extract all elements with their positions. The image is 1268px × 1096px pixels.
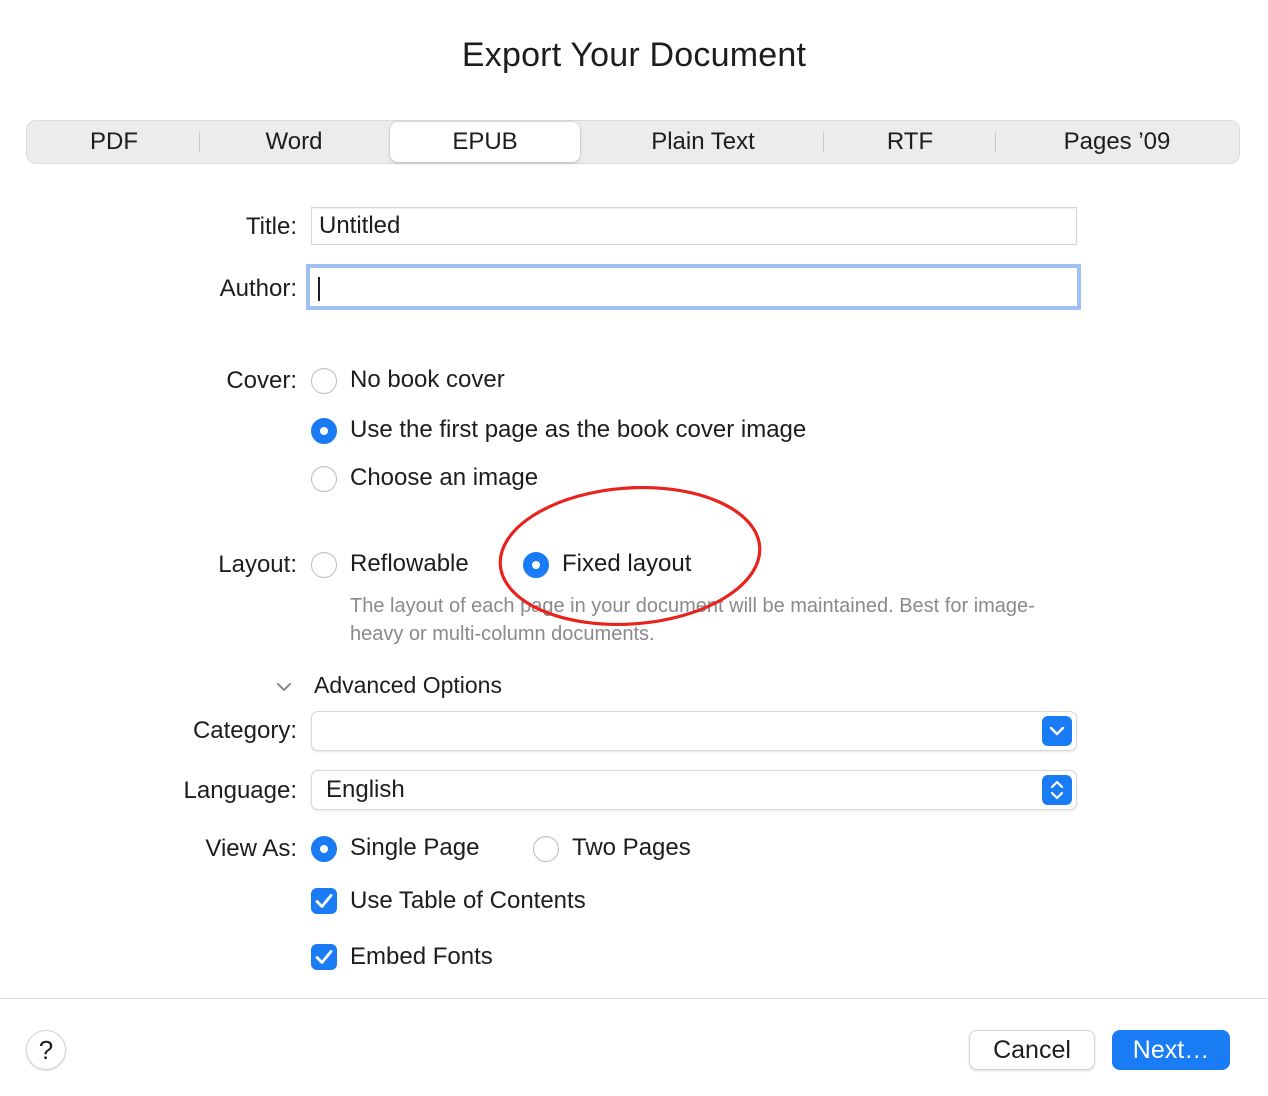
footer-divider [0,998,1268,999]
layout-fixed-label[interactable]: Fixed layout [562,550,691,578]
view-two-pages-label[interactable]: Two Pages [572,834,691,862]
checkmark-icon [315,894,333,908]
dropdown-button[interactable] [1042,716,1072,746]
tab-pages-09[interactable]: Pages ’09 [999,121,1235,163]
view-single-page-label[interactable]: Single Page [350,834,479,862]
cover-no-cover-label[interactable]: No book cover [350,366,505,394]
embed-fonts-label[interactable]: Embed Fonts [350,943,493,971]
cancel-button[interactable]: Cancel [969,1030,1095,1070]
tab-separator [823,132,824,152]
chevron-down-icon[interactable] [276,679,292,695]
category-dropdown[interactable] [311,711,1077,751]
tab-plain-text[interactable]: Plain Text [585,121,821,163]
view-single-page-radio[interactable] [311,836,337,862]
cover-label: Cover: [226,367,297,394]
cover-choose-image-label[interactable]: Choose an image [350,464,538,492]
help-button[interactable]: ? [26,1030,66,1070]
toc-checkbox[interactable] [311,888,337,914]
view-as-label: View As: [205,835,297,862]
cover-no-cover-radio[interactable] [311,368,337,394]
layout-help-text: The layout of each page in your document… [350,595,1035,645]
language-popup[interactable]: English [311,770,1077,810]
tab-separator [199,132,200,152]
export-dialog: Export Your Document PDF Word EPUB Plain… [0,0,1268,1096]
layout-fixed-radio[interactable] [523,552,549,578]
checkmark-icon [315,950,333,964]
cover-first-page-radio[interactable] [311,418,337,444]
tab-word[interactable]: Word [203,121,385,163]
cover-choose-image-radio[interactable] [311,466,337,492]
tab-separator [995,132,996,152]
layout-label: Layout: [218,551,297,578]
advanced-options-toggle[interactable]: Advanced Options [314,672,502,699]
layout-reflowable-label[interactable]: Reflowable [350,550,469,578]
title-label: Title: [245,213,297,240]
dialog-title: Export Your Document [461,36,807,74]
tab-pdf[interactable]: PDF [31,121,197,163]
chevron-down-icon [1049,726,1065,736]
layout-reflowable-radio[interactable] [311,552,337,578]
toc-label[interactable]: Use Table of Contents [350,887,586,915]
text-caret [318,277,320,301]
embed-fonts-checkbox[interactable] [311,944,337,970]
view-two-pages-radio[interactable] [533,836,559,862]
next-button[interactable]: Next… [1112,1030,1230,1070]
tab-epub[interactable]: EPUB [390,122,580,162]
popup-stepper-button[interactable] [1042,775,1072,805]
author-label: Author: [219,275,297,302]
author-input[interactable] [309,267,1078,307]
category-label: Category: [192,717,297,744]
format-tabs: PDF Word EPUB Plain Text RTF Pages ’09 [26,120,1240,164]
title-input[interactable]: Untitled [311,207,1077,245]
up-down-chevrons-icon [1050,780,1064,800]
cover-first-page-label[interactable]: Use the first page as the book cover ima… [350,416,806,444]
language-label: Language: [183,777,297,804]
language-value: English [326,776,405,803]
tab-rtf[interactable]: RTF [827,121,993,163]
